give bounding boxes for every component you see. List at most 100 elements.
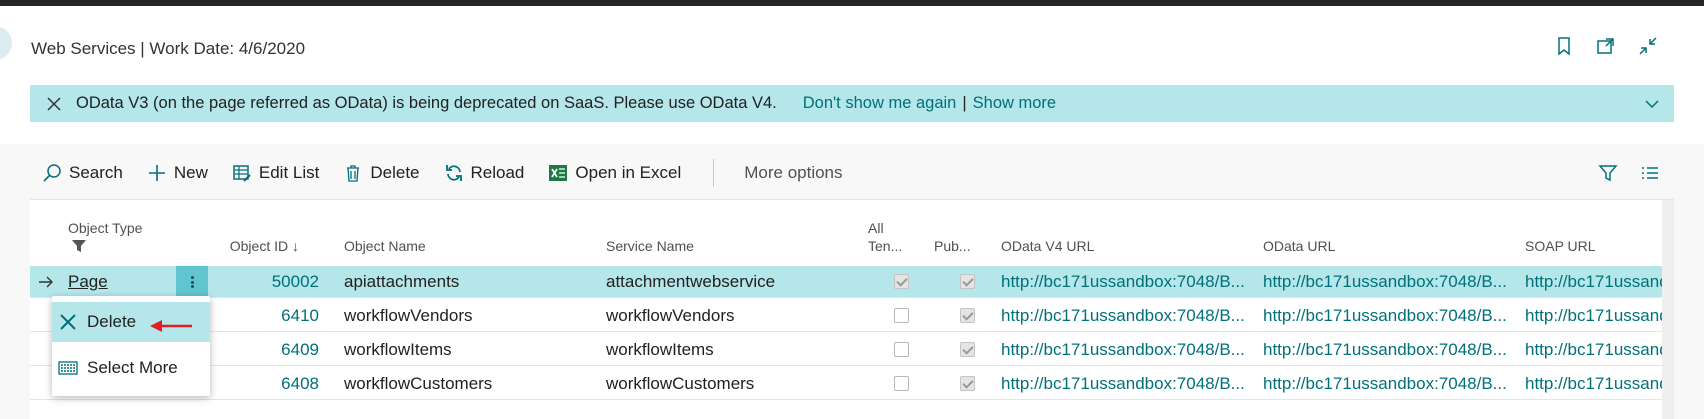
select-more-icon: [58, 361, 78, 375]
action-bar: Search New Edit List Delete Reload Open …: [30, 146, 1674, 200]
edit-list-button[interactable]: Edit List: [220, 146, 331, 200]
page-title: Web Services | Work Date: 4/6/2020: [31, 39, 306, 58]
column-header-odata-v4-url[interactable]: OData V4 URL: [1001, 238, 1094, 254]
cell-soap-url[interactable]: http://bc171ussandb: [1525, 306, 1662, 326]
show-more-link[interactable]: Show more: [973, 94, 1056, 113]
edit-list-label: Edit List: [258, 162, 320, 182]
vertical-scrollbar[interactable]: [1662, 200, 1674, 419]
column-header-odata-url[interactable]: OData URL: [1263, 238, 1335, 254]
published-checkbox[interactable]: [960, 274, 975, 289]
cell-odata-v4-url[interactable]: http://bc171ussandbox:7048/B...: [1001, 340, 1251, 360]
cell-object-type[interactable]: Page: [68, 272, 108, 292]
cell-object-id[interactable]: 50002: [218, 272, 319, 292]
cell-odata-url[interactable]: http://bc171ussandbox:7048/B...: [1263, 272, 1513, 292]
banner-message: OData V3 (on the page referred as OData)…: [76, 94, 777, 112]
page: Web Services | Work Date: 4/6/2020 OData…: [0, 6, 1704, 419]
cell-object-id[interactable]: 6408: [218, 374, 319, 394]
cell-service-name[interactable]: workflowItems: [606, 340, 856, 360]
edit-list-icon: [233, 164, 251, 182]
all-tenants-checkbox[interactable]: [894, 376, 909, 391]
all-tenants-checkbox[interactable]: [894, 308, 909, 323]
published-checkbox[interactable]: [960, 342, 975, 357]
cell-object-name[interactable]: apiattachments: [344, 272, 594, 292]
reload-label: Reload: [470, 162, 525, 182]
annotation-arrow-icon: [150, 320, 192, 332]
action-bar-right-icons: [1598, 163, 1660, 183]
filter-icon[interactable]: [1598, 163, 1618, 183]
cell-soap-url[interactable]: http://bc171ussandb: [1525, 340, 1662, 360]
column-header-all-tenants-line1[interactable]: All: [868, 220, 884, 236]
search-icon: [43, 163, 61, 182]
cell-service-name[interactable]: attachmentwebservice: [606, 272, 856, 292]
cell-service-name[interactable]: workflowVendors: [606, 306, 856, 326]
new-label: New: [173, 162, 208, 182]
cell-object-id[interactable]: 6409: [218, 340, 319, 360]
reload-icon: [445, 164, 462, 181]
cell-service-name[interactable]: workflowCustomers: [606, 374, 856, 394]
column-header-published[interactable]: Pub...: [934, 238, 971, 254]
cell-odata-v4-url[interactable]: http://bc171ussandbox:7048/B...: [1001, 306, 1251, 326]
excel-icon: [549, 164, 568, 181]
published-checkbox[interactable]: [960, 308, 975, 323]
cell-soap-url[interactable]: http://bc171ussandb: [1525, 374, 1662, 394]
deprecation-banner: OData V3 (on the page referred as OData)…: [30, 85, 1674, 122]
open-in-excel-button[interactable]: Open in Excel: [536, 146, 693, 200]
cell-odata-v4-url[interactable]: http://bc171ussandbox:7048/B...: [1001, 272, 1251, 292]
new-button[interactable]: New: [135, 146, 220, 200]
search-label: Search: [69, 162, 123, 182]
published-checkbox[interactable]: [960, 376, 975, 391]
cell-odata-v4-url[interactable]: http://bc171ussandbox:7048/B...: [1001, 374, 1251, 394]
column-header-service-name[interactable]: Service Name: [606, 238, 694, 254]
list-view-icon[interactable]: [1640, 163, 1660, 183]
header-icons: [1554, 36, 1658, 56]
all-tenants-checkbox[interactable]: [894, 342, 909, 357]
table-row[interactable]: Page 6408 workflowCustomers workflowCust…: [30, 368, 1674, 400]
open-new-window-icon[interactable]: [1596, 36, 1616, 56]
open-in-excel-label: Open in Excel: [575, 162, 682, 182]
table-row[interactable]: Page 6409 workflowItems workflowItems ht…: [30, 334, 1674, 366]
close-icon[interactable]: [46, 96, 62, 112]
avatar[interactable]: [0, 26, 12, 60]
cell-object-id[interactable]: 6410: [218, 306, 319, 326]
context-menu-select-more[interactable]: Select More: [52, 348, 210, 388]
context-menu-delete-label: Delete: [87, 312, 137, 331]
cell-object-name[interactable]: workflowVendors: [344, 306, 594, 326]
delete-button[interactable]: Delete: [331, 146, 431, 200]
column-header-object-id[interactable]: Object ID ↓: [192, 238, 299, 254]
collapse-icon[interactable]: [1638, 36, 1658, 56]
bookmark-icon[interactable]: [1554, 36, 1574, 56]
row-indicator-arrow-icon: [39, 276, 53, 288]
table-row[interactable]: Page 6410 workflowVendors workflowVendor…: [30, 300, 1674, 332]
row-actions-button[interactable]: [176, 266, 208, 298]
column-header-soap-url[interactable]: SOAP URL: [1525, 238, 1596, 254]
table-row[interactable]: Page 50002 apiattachments attachmentwebs…: [30, 266, 1674, 298]
context-menu-select-more-label: Select More: [87, 358, 178, 377]
close-x-icon: [60, 314, 76, 330]
page-header: Web Services | Work Date: 4/6/2020 OData…: [0, 6, 1704, 144]
delete-label: Delete: [370, 162, 420, 182]
plus-icon: [148, 164, 165, 181]
all-tenants-checkbox[interactable]: [894, 274, 909, 289]
more-options-button[interactable]: More options: [732, 146, 854, 200]
cell-object-name[interactable]: workflowCustomers: [344, 374, 594, 394]
column-filter-icon[interactable]: [72, 240, 86, 252]
dont-show-again-link[interactable]: Don't show me again: [803, 94, 957, 113]
cell-odata-url[interactable]: http://bc171ussandbox:7048/B...: [1263, 306, 1513, 326]
list-content: Search New Edit List Delete Reload Open …: [30, 146, 1674, 419]
chevron-down-icon[interactable]: [1644, 96, 1660, 112]
search-button[interactable]: Search: [30, 146, 135, 200]
cell-object-name[interactable]: workflowItems: [344, 340, 594, 360]
action-separator: [713, 158, 715, 187]
cell-odata-url[interactable]: http://bc171ussandbox:7048/B...: [1263, 374, 1513, 394]
column-header-object-name[interactable]: Object Name: [344, 238, 426, 254]
column-header-object-type[interactable]: Object Type: [68, 220, 142, 236]
column-header-all-tenants-line2[interactable]: Ten...: [868, 238, 902, 254]
trash-icon: [347, 164, 360, 182]
table-row[interactable]: [30, 402, 1674, 419]
row-context-menu: Delete Select More: [52, 296, 210, 396]
banner-separator: |: [962, 94, 967, 112]
cell-soap-url[interactable]: http://bc171ussandb: [1525, 272, 1662, 292]
reload-button[interactable]: Reload: [432, 146, 537, 200]
web-services-grid: Object Type Object ID ↓ Object Name Serv…: [30, 200, 1674, 419]
cell-odata-url[interactable]: http://bc171ussandbox:7048/B...: [1263, 340, 1513, 360]
